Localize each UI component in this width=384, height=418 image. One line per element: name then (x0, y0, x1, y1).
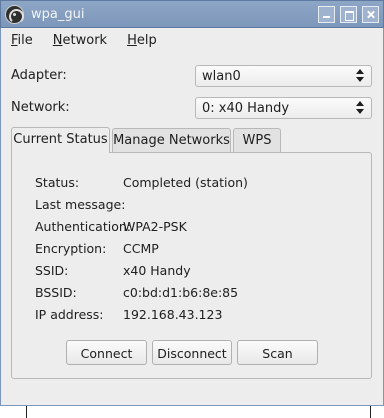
menu-help-rest: elp (136, 33, 157, 48)
disconnect-button[interactable]: Disconnect (152, 340, 232, 365)
minimize-icon[interactable] (318, 6, 335, 23)
up-down-arrows-icon (356, 69, 365, 83)
menu-bar: File Network Help (1, 30, 167, 52)
connect-button[interactable]: Connect (66, 340, 147, 365)
adapter-label: Adapter: (11, 68, 67, 83)
close-icon[interactable] (362, 6, 379, 23)
network-value: 0: x40 Handy (202, 101, 290, 116)
network-label: Network: (11, 100, 70, 115)
title-bar[interactable]: wpa_gui (0, 0, 384, 28)
menu-file[interactable]: File (1, 30, 43, 52)
status-value: Completed (station) (123, 175, 248, 190)
window-title: wpa_gui (31, 7, 85, 22)
menu-file-rest: ile (17, 33, 33, 48)
divider (370, 406, 371, 418)
last-message-label: Last message: (35, 197, 126, 212)
menu-network-rest: etwork (62, 33, 108, 48)
divider (26, 406, 27, 418)
ssid-value: x40 Handy (123, 263, 191, 278)
menu-help[interactable]: Help (117, 30, 167, 52)
desktop-background (0, 406, 384, 418)
adapter-value: wlan0 (202, 69, 241, 84)
menu-network-mnemonic: N (52, 33, 63, 48)
tab-current-status[interactable]: Current Status (11, 127, 110, 153)
menu-help-mnemonic: H (127, 33, 137, 48)
menu-network[interactable]: Network (43, 30, 117, 52)
bssid-value: c0:bd:d1:b6:8e:85 (123, 285, 239, 300)
scan-button[interactable]: Scan (237, 340, 318, 365)
encryption-value: CCMP (123, 241, 159, 256)
ip-address-label: IP address: (35, 307, 104, 322)
status-label: Status: (35, 175, 80, 190)
ip-address-value: 192.168.43.123 (123, 307, 223, 322)
adapter-select[interactable]: wlan0 (195, 65, 372, 87)
maximize-icon[interactable] (340, 6, 357, 23)
up-down-arrows-icon (356, 101, 365, 115)
authentication-label: Authentication: (35, 219, 131, 234)
encryption-label: Encryption: (35, 241, 107, 256)
tab-manage-networks[interactable]: Manage Networks (112, 128, 231, 152)
wpa-gui-app-icon (5, 5, 24, 24)
network-select[interactable]: 0: x40 Handy (195, 97, 372, 119)
bssid-label: BSSID: (35, 285, 77, 300)
authentication-value: WPA2-PSK (123, 219, 187, 234)
ssid-label: SSID: (35, 263, 69, 278)
tab-wps[interactable]: WPS (233, 128, 281, 152)
